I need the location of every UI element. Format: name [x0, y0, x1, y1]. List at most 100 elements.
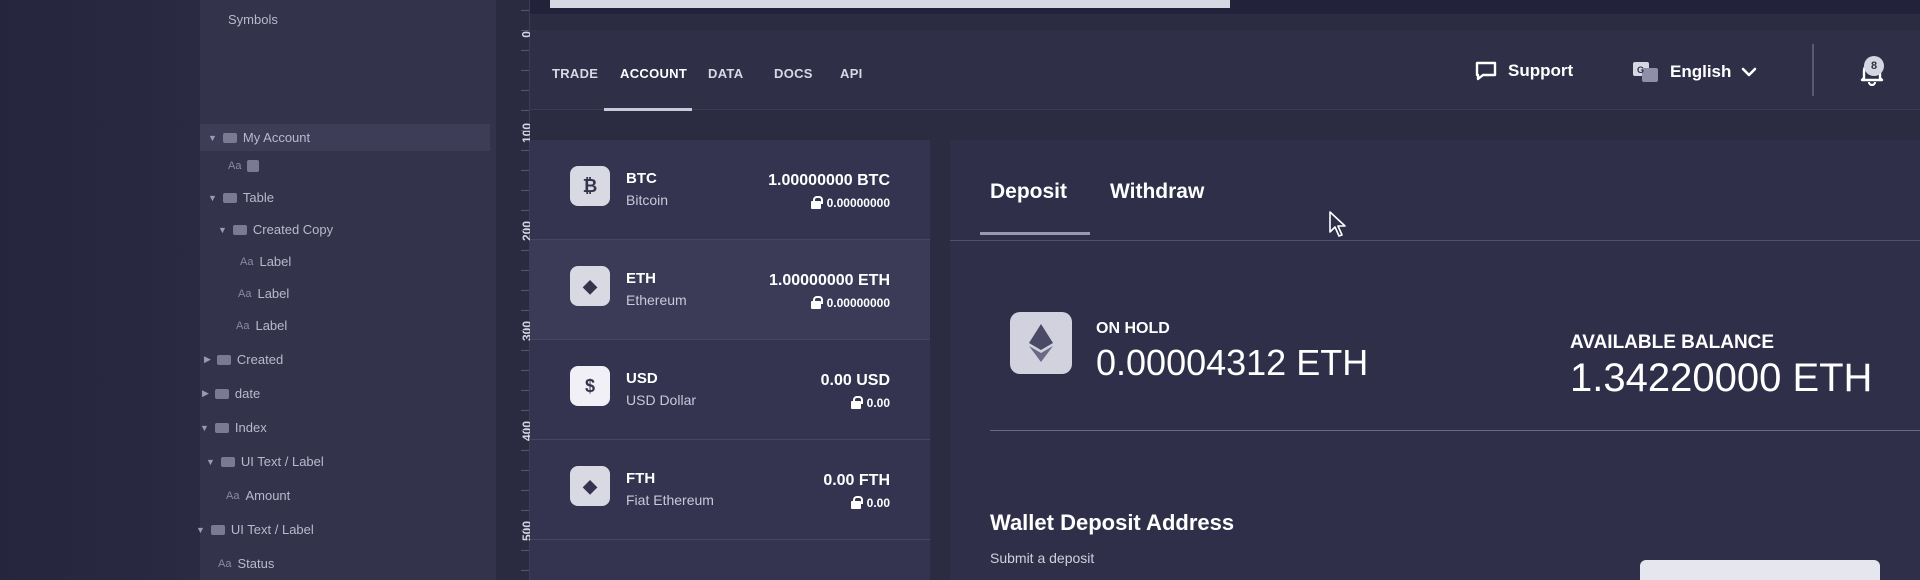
vertical-ruler[interactable]: 0 100 200 300 400 500	[496, 0, 534, 580]
ruler-minor-tick	[521, 170, 529, 171]
asset-name: Fiat Ethereum	[626, 492, 714, 508]
asset-row-fth[interactable]: ◆ FTH Fiat Ethereum 0.00 FTH 0.00	[530, 440, 930, 540]
asset-symbol: ETH	[626, 270, 656, 287]
language-selector[interactable]: G English	[1632, 60, 1757, 84]
asset-on-hold-value: 0.00	[866, 496, 890, 510]
collapse-triangle-icon[interactable]: ▶	[204, 354, 211, 365]
ruler-minor-tick	[521, 570, 529, 571]
text-layer-icon: Aa	[228, 160, 242, 172]
expand-triangle-icon[interactable]: ▼	[208, 133, 217, 143]
image-icon	[247, 160, 260, 172]
tree-item-ui-text-label-2[interactable]: ▼ UI Text / Label	[196, 522, 314, 537]
asset-on-hold-value: 0.00000000	[826, 296, 890, 310]
tab-divider	[950, 240, 1920, 241]
tree-item-label: Amount	[245, 488, 291, 503]
active-tab-indicator	[604, 108, 692, 111]
notification-count-badge: 8	[1864, 56, 1884, 76]
top-nav: TRADE ACCOUNT DATA DOCS API Support G En…	[530, 30, 1920, 111]
nav-tab-account[interactable]: ACCOUNT	[620, 66, 687, 81]
tree-item-label: Created Copy	[252, 222, 334, 237]
tree-item-symbols[interactable]: Symbols	[228, 12, 278, 27]
tab-deposit[interactable]: Deposit	[990, 180, 1067, 204]
expand-triangle-icon[interactable]: ▼	[208, 193, 217, 203]
asset-row-eth[interactable]: ◆ ETH Ethereum 1.00000000 ETH 0.00000000	[530, 240, 930, 340]
tree-item-label: date	[234, 386, 261, 401]
ruler-minor-tick	[521, 330, 529, 331]
nav-tab-data[interactable]: DATA	[708, 66, 743, 81]
support-label: Support	[1508, 61, 1574, 80]
asset-on-hold-value: 0.00000000	[826, 196, 890, 210]
available-balance-label: AVAILABLE BALANCE	[1570, 332, 1775, 353]
asset-list: ₿ BTC Bitcoin 1.00000000 BTC 0.00000000 …	[530, 140, 930, 580]
nav-tab-trade[interactable]: TRADE	[552, 66, 598, 81]
ruler-minor-tick	[521, 530, 529, 531]
tree-item-created-copy[interactable]: ▼ Created Copy	[218, 222, 333, 237]
top-highlight	[550, 0, 1230, 8]
folder-icon	[222, 132, 237, 143]
asset-on-hold: 0.00000000	[810, 295, 890, 310]
tree-item-created[interactable]: ▶ Created	[204, 352, 283, 367]
ruler-minor-tick	[521, 550, 529, 551]
nav-tab-api[interactable]: API	[840, 66, 863, 81]
chat-bubble-icon	[1474, 60, 1498, 82]
ruler-minor-tick	[521, 370, 529, 371]
folder-icon	[232, 224, 247, 235]
tree-item-status[interactable]: Aa Status	[218, 556, 274, 571]
tree-item-label-3[interactable]: Aa Label	[236, 318, 287, 333]
asset-on-hold: 0.00	[850, 495, 890, 510]
available-balance-value: 1.34220000 ETH	[1570, 356, 1873, 400]
mouse-pointer-icon	[1328, 210, 1348, 243]
tree-item-amount[interactable]: Aa Amount	[226, 488, 290, 503]
collapse-triangle-icon[interactable]: ▶	[202, 388, 209, 399]
tree-item-table[interactable]: ▼ Table	[208, 190, 274, 205]
tree-item-my-account-text[interactable]: Aa	[228, 160, 260, 172]
nav-tab-docs[interactable]: DOCS	[774, 66, 813, 81]
expand-triangle-icon[interactable]: ▼	[218, 225, 227, 235]
tree-item-label-1[interactable]: Aa Label	[240, 254, 291, 269]
on-hold-label: ON HOLD	[1096, 320, 1170, 337]
ruler-minor-tick	[521, 230, 529, 231]
folder-icon	[220, 456, 235, 467]
tab-withdraw[interactable]: Withdraw	[1110, 180, 1204, 204]
expand-triangle-icon[interactable]: ▼	[196, 525, 205, 535]
asset-name: USD Dollar	[626, 392, 697, 408]
chevron-down-icon	[1741, 66, 1757, 78]
section-divider	[990, 430, 1920, 431]
tree-item-label-2[interactable]: Aa Label	[238, 286, 289, 301]
ruler-minor-tick	[521, 150, 529, 151]
tree-item-label: Label	[255, 318, 288, 333]
asset-row-btc[interactable]: ₿ BTC Bitcoin 1.00000000 BTC 0.00000000	[530, 140, 930, 240]
tree-item-index[interactable]: ▼ Index	[200, 420, 267, 435]
tree-item-ui-text-label-1[interactable]: ▼ UI Text / Label	[206, 454, 324, 469]
ruler-minor-tick	[521, 310, 529, 311]
ruler-minor-tick	[521, 50, 529, 51]
asset-row-usd[interactable]: $ USD USD Dollar 0.00 USD 0.00	[530, 340, 930, 440]
asset-amount: 1.00000000 BTC	[768, 172, 890, 189]
support-link[interactable]: Support	[1474, 60, 1573, 82]
tree-item-my-account[interactable]: ▼ My Account	[200, 124, 490, 151]
folder-icon	[216, 354, 231, 365]
tree-item-label: Label	[257, 286, 290, 301]
asset-name: Bitcoin	[626, 192, 669, 208]
ethereum-icon: ◆	[570, 266, 610, 306]
ethereum-icon: ◆	[570, 466, 610, 506]
expand-triangle-icon[interactable]: ▼	[206, 457, 215, 467]
expand-triangle-icon[interactable]: ▼	[200, 423, 209, 433]
active-tab-indicator	[980, 232, 1090, 235]
ruler-minor-tick	[521, 70, 529, 71]
notifications-button[interactable]: 8	[1840, 38, 1900, 98]
folder-icon	[214, 388, 229, 399]
tree-item-label: Status	[237, 556, 275, 571]
ruler-minor-tick	[521, 410, 529, 411]
asset-on-hold-value: 0.00	[866, 396, 890, 410]
asset-amount: 0.00 USD	[820, 372, 890, 389]
ruler-minor-tick	[521, 190, 529, 191]
ruler-minor-tick	[521, 350, 529, 351]
tree-item-label: Table	[242, 190, 274, 205]
ruler-minor-tick	[521, 250, 529, 251]
tree-item-date[interactable]: ▶ date	[202, 386, 260, 401]
lock-icon	[810, 195, 823, 209]
asset-symbol: USD	[626, 370, 658, 387]
wallet-panel: Deposit Withdraw ON HOLD 0.00004312 ETH …	[950, 140, 1920, 580]
copy-address-button[interactable]	[1640, 560, 1880, 580]
